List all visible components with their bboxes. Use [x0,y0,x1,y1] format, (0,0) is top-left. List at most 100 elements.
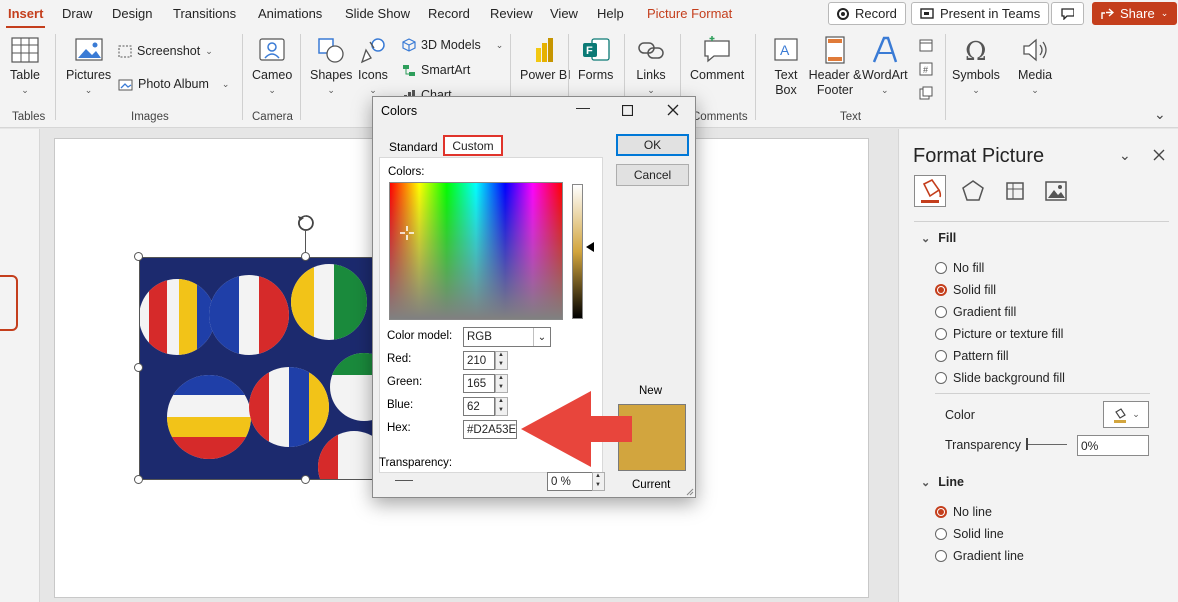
slide-number-button[interactable]: # [919,62,933,76]
resize-handle[interactable] [134,363,143,372]
header-footer-button[interactable]: Header & Footer [808,36,862,98]
close-icon[interactable] [667,104,679,116]
present-in-teams-button[interactable]: Present in Teams [911,2,1050,25]
picture-tab-icon[interactable] [1044,179,1068,203]
pane-options-chevron-icon[interactable]: ⌄ [1119,147,1131,164]
power-bi-button[interactable]: Power BI [520,36,571,82]
tab-view[interactable]: View [550,6,578,21]
table-button[interactable]: Table ⌄ [10,36,40,96]
color-model-select[interactable]: RGB ⌄ [463,327,551,347]
close-icon[interactable] [1153,149,1165,161]
radio-button[interactable] [935,262,947,274]
blue-input[interactable]: 62 [463,397,495,416]
cancel-button[interactable]: Cancel [616,164,689,186]
pictures-label: Pictures [66,68,112,82]
text-box-button[interactable]: A Text Box [768,36,804,98]
line-section-header[interactable]: ⌄ Line [921,475,964,489]
line-option-gradient-line[interactable]: Gradient line [935,549,1024,563]
color-spectrum[interactable] [389,182,563,320]
transparency-input[interactable]: 0% [1077,435,1149,456]
luminance-arrow-icon[interactable] [586,242,594,252]
resize-handle[interactable] [134,475,143,484]
shapes-button[interactable]: Shapes ⌄ [310,36,352,96]
fill-option-pattern-fill[interactable]: Pattern fill [935,349,1009,363]
group-separator [55,34,56,120]
symbols-button[interactable]: Ω Symbols ⌄ [952,36,1000,96]
radio-button[interactable] [935,550,947,562]
slide-thumbnail-pane[interactable] [0,129,40,602]
tab-review[interactable]: Review [490,6,533,21]
tab-record[interactable]: Record [428,6,470,21]
resize-grip-icon[interactable] [686,488,694,496]
luminance-slider[interactable] [572,184,583,319]
tab-draw[interactable]: Draw [62,6,92,21]
tab-help[interactable]: Help [597,6,624,21]
media-button[interactable]: Media ⌄ [1018,36,1052,96]
collapse-ribbon-button[interactable]: ⌄ [1154,106,1166,123]
dialog-transparency-slider[interactable] [395,480,413,481]
fill-option-gradient-fill[interactable]: Gradient fill [935,305,1016,319]
ok-button[interactable]: OK [616,134,689,156]
date-time-button[interactable] [919,38,933,52]
radio-button[interactable] [935,506,947,518]
fill-option-picture-texture[interactable]: Picture or texture fill [935,327,1063,341]
tab-insert[interactable]: Insert [5,6,46,28]
object-button[interactable] [919,86,933,100]
fill-section-header[interactable]: ⌄ Fill [921,231,956,245]
cameo-button[interactable]: Cameo ⌄ [252,36,292,96]
line-option-no-line[interactable]: No line [935,505,992,519]
record-button[interactable]: Record [828,2,906,25]
icons-button[interactable]: Icons ⌄ [358,36,388,96]
radio-button[interactable] [935,306,947,318]
resize-handle[interactable] [134,252,143,261]
forms-button[interactable]: F Forms [578,36,613,82]
transparency-slider[interactable] [1027,444,1067,445]
pentagon-effects-icon[interactable] [961,179,985,203]
dialog-transparency-spinner[interactable] [592,472,605,491]
hex-input[interactable]: #D2A53E [463,420,517,439]
fill-option-no-fill[interactable]: No fill [935,261,984,275]
red-input[interactable]: 210 [463,351,495,370]
red-spinner[interactable] [495,351,508,370]
resize-handle[interactable] [301,252,310,261]
3d-models-button[interactable]: 3D Models ⌄ [402,38,503,52]
links-button[interactable]: Links ⌄ [636,36,666,96]
comments-button[interactable] [1051,2,1084,25]
wordart-button[interactable]: WordArt ⌄ [862,36,908,96]
fill-option-slide-background[interactable]: Slide background fill [935,371,1065,385]
tab-slide-show[interactable]: Slide Show [345,6,410,21]
selected-slide-thumbnail[interactable] [0,275,18,331]
blue-spinner[interactable] [495,397,508,416]
green-spinner[interactable] [495,374,508,393]
size-properties-icon[interactable] [1003,179,1027,203]
green-input[interactable]: 165 [463,374,495,393]
radio-button[interactable] [935,528,947,540]
transparency-slider-thumb[interactable] [1026,438,1028,450]
resize-handle[interactable] [301,475,310,484]
tab-picture-format[interactable]: Picture Format [647,6,732,21]
screenshot-label: Screenshot [137,44,201,58]
comment-button[interactable]: Comment [690,36,744,82]
fill-color-picker-button[interactable]: ⌄ [1103,401,1149,428]
color-crosshair-icon[interactable] [399,225,415,241]
fill-line-tab[interactable] [914,175,946,207]
maximize-icon[interactable] [622,105,633,116]
smartart-button[interactable]: SmartArt [402,63,470,77]
dialog-transparency-input[interactable]: 0 % [547,472,593,491]
radio-button[interactable] [935,328,947,340]
share-button[interactable]: Share ⌄ [1092,2,1178,25]
radio-button[interactable] [935,372,947,384]
tab-standard[interactable]: Standard [389,140,438,154]
screenshot-button[interactable]: Screenshot ⌄ [118,44,213,58]
fill-option-solid-fill[interactable]: Solid fill [935,283,996,297]
radio-button[interactable] [935,350,947,362]
tab-design[interactable]: Design [112,6,152,21]
photo-album-button[interactable]: Photo Album ⌄ [118,77,229,91]
tab-transitions[interactable]: Transitions [173,6,236,21]
radio-button[interactable] [935,284,947,296]
rotate-handle-icon[interactable] [295,212,317,234]
pictures-button[interactable]: Pictures ⌄ [66,36,111,96]
tab-animations[interactable]: Animations [258,6,322,21]
tab-custom[interactable]: Custom [443,135,503,156]
line-option-solid-line[interactable]: Solid line [935,527,1004,541]
